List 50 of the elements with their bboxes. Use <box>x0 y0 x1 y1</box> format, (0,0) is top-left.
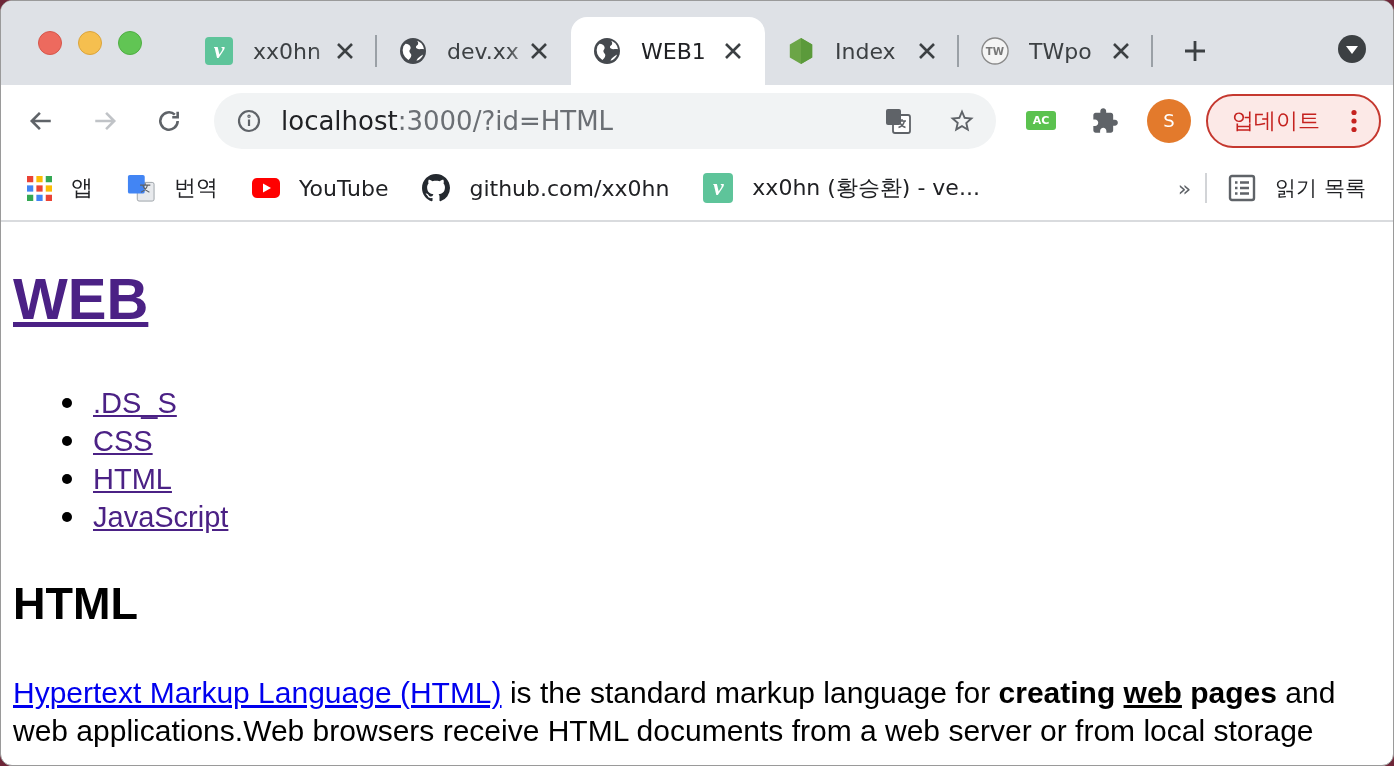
bullet-icon <box>62 474 72 484</box>
url-text: localhost:3000/?id=HTML <box>281 105 615 136</box>
bookmark-item[interactable]: github.com/xx0hn <box>422 174 670 202</box>
close-window-button[interactable] <box>38 31 62 55</box>
address-bar[interactable]: localhost:3000/?id=HTML <box>214 92 996 149</box>
bookmark-item[interactable]: v xx0hn (황승환) - ve... <box>703 173 980 203</box>
page-link[interactable]: JavaScript <box>93 498 229 536</box>
bookmark-item[interactable]: 번역 <box>127 173 218 203</box>
update-button[interactable]: 업데이트 <box>1206 93 1381 148</box>
play-icon <box>252 178 280 198</box>
apps-grid-icon <box>27 175 52 201</box>
section-heading: HTML <box>13 577 139 631</box>
list-icon <box>1228 174 1257 202</box>
bullet-icon <box>62 398 72 408</box>
bookmark-item[interactable]: 앱 <box>27 173 93 203</box>
text-link[interactable]: Hypertext Markup Language (HTML) <box>13 676 502 709</box>
puzzle-icon[interactable] <box>1091 106 1119 135</box>
caret-down-icon[interactable] <box>1338 35 1366 63</box>
page-link[interactable]: CSS <box>93 422 153 460</box>
translate-icon[interactable] <box>884 106 912 135</box>
plus-icon[interactable] <box>1183 39 1207 63</box>
browser-tab[interactable]: Index <box>765 17 959 85</box>
paragraph: Hypertext Markup Language (HTML) is the standard markup language for creating web pages and web applications.Web browsers receive HTML documents from a web server or from local storage <box>13 675 1337 749</box>
page-link[interactable]: .DS_S <box>93 384 177 422</box>
globe-icon <box>399 37 427 65</box>
site-title-link[interactable]: WEB <box>13 266 149 331</box>
globe-icon <box>593 37 621 65</box>
bullet-icon <box>62 436 72 446</box>
more-bookmarks-button[interactable]: » <box>1177 175 1192 201</box>
browser-tab[interactable]: v xx0hn <box>183 17 377 85</box>
translate-icon <box>127 174 155 202</box>
close-icon[interactable] <box>724 42 742 60</box>
letter-logo-icon: v <box>205 37 233 65</box>
ring-logo-icon: TW <box>981 37 1009 65</box>
hexagon-logo-icon <box>787 37 815 65</box>
browser-tab[interactable]: WEB1 <box>571 17 765 85</box>
bullet-icon <box>62 512 72 522</box>
letter-logo-icon: v <box>703 173 734 203</box>
close-icon[interactable] <box>1112 42 1130 60</box>
close-icon[interactable] <box>530 42 548 60</box>
page-link[interactable]: HTML <box>93 460 172 498</box>
browser-tab[interactable]: TW TWpo <box>959 17 1153 85</box>
browser-tab[interactable]: dev.xx <box>377 17 571 85</box>
bookmark-item[interactable]: YouTube <box>252 175 389 201</box>
more-vert-icon[interactable] <box>1351 108 1357 133</box>
cat-icon <box>422 174 451 202</box>
close-icon[interactable] <box>336 42 354 60</box>
reading-list-button[interactable]: 읽기 목록 <box>1228 174 1366 202</box>
close-icon[interactable] <box>918 42 936 60</box>
info-icon[interactable] <box>237 108 261 133</box>
